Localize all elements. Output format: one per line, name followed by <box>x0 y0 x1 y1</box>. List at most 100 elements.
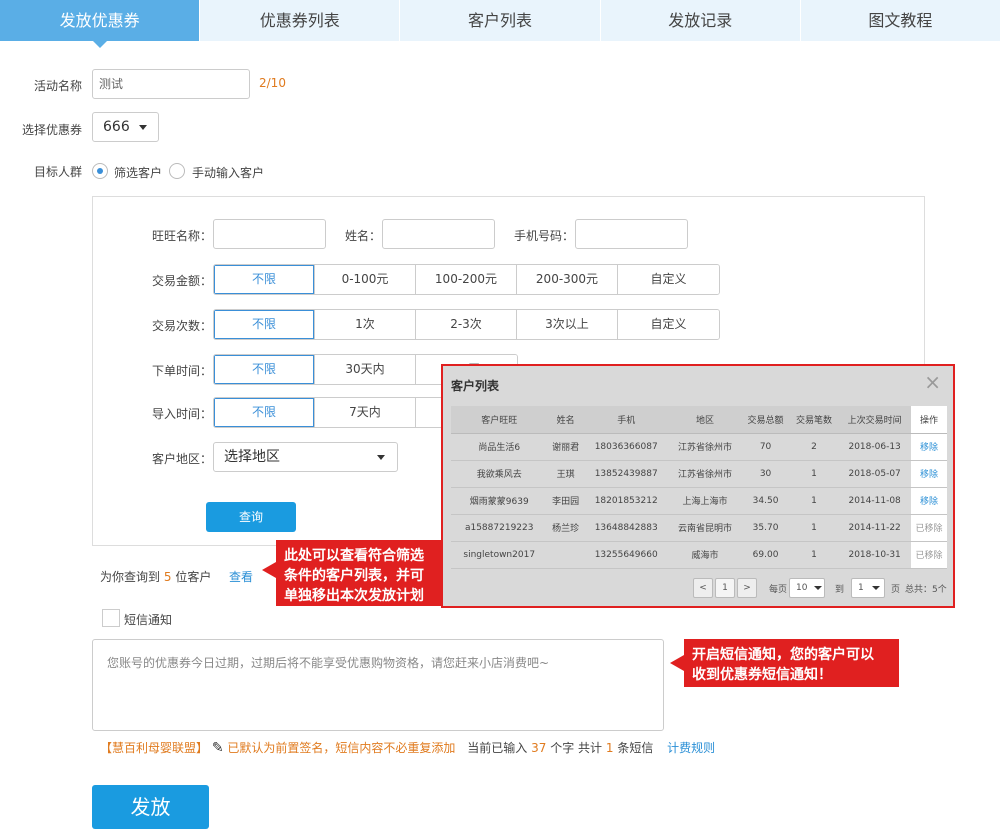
billing-rule-link[interactable]: 计费规则 <box>667 741 715 755</box>
import-option-7d[interactable]: 7天内 <box>315 398 416 427</box>
total-count: 总共：5个 <box>905 585 947 595</box>
cell: 尚品生活6 <box>451 433 548 461</box>
goto-label: 到 <box>835 585 845 595</box>
pager-next[interactable]: > <box>737 578 757 598</box>
cell <box>547 541 584 569</box>
name-input[interactable] <box>382 219 495 249</box>
cell: 王琪 <box>547 460 584 488</box>
cell: a15887219223 <box>451 514 548 542</box>
order-option-30d[interactable]: 30天内 <box>315 355 416 384</box>
chevron-down-icon <box>377 455 385 460</box>
cell: 13648842883 <box>583 514 669 542</box>
table-row: 尚品生活6 谢丽君 18036366087 江苏省徐州市 70 2 2018-0… <box>451 433 947 461</box>
callout-line: 条件的客户列表，并可 <box>284 568 424 584</box>
col-total: 交易总额 <box>741 406 790 434</box>
pencil-icon[interactable]: ✎ <box>212 740 224 756</box>
removed-status: 已移除 <box>911 541 947 569</box>
cell: 2 <box>789 433 839 461</box>
phone-input[interactable] <box>575 219 688 249</box>
count-option-custom[interactable]: 自定义 <box>618 310 719 339</box>
name-label: 姓名： <box>345 229 382 243</box>
per-page-select[interactable]: 10 <box>789 578 825 598</box>
cell: 2018-10-31 <box>838 541 911 569</box>
count-option-1[interactable]: 1次 <box>315 310 416 339</box>
table-row: 烟雨蒙蒙9639 李田园 18201853212 上海上海市 34.50 1 2… <box>451 487 947 515</box>
callout-line: 开启短信通知，您的客户可以 <box>692 647 874 663</box>
tab-issue-records[interactable]: 发放记录 <box>601 0 801 41</box>
cell: 30 <box>741 460 790 488</box>
sms-suffix: 条短信 <box>617 741 654 755</box>
cell: 35.70 <box>741 514 790 542</box>
cell: 上海上海市 <box>668 487 742 515</box>
col-region: 地区 <box>668 406 742 434</box>
radio-filter-customers[interactable] <box>92 163 108 179</box>
activity-name-input[interactable]: 测试 <box>92 69 250 99</box>
amount-option-100-200[interactable]: 100-200元 <box>416 265 517 294</box>
remove-link[interactable]: 移除 <box>911 487 947 515</box>
region-select[interactable]: 选择地区 <box>213 442 398 472</box>
order-time-label: 下单时间： <box>152 364 213 378</box>
coupon-select[interactable]: 666 <box>92 112 159 142</box>
sms-checkbox[interactable] <box>102 609 120 627</box>
pager-current[interactable]: 1 <box>715 578 735 598</box>
query-button[interactable]: 查询 <box>206 502 296 532</box>
pager-prev[interactable]: < <box>693 578 713 598</box>
removed-status: 已移除 <box>911 514 947 542</box>
region-select-value: 选择地区 <box>224 449 280 465</box>
import-option-any[interactable]: 不限 <box>214 398 315 427</box>
cell: 70 <box>741 433 790 461</box>
callout-arrow <box>262 562 276 578</box>
region-label: 客户地区： <box>152 452 213 466</box>
modal-title: 客户列表 <box>451 379 500 393</box>
callout-arrow <box>670 655 684 671</box>
order-option-any[interactable]: 不限 <box>214 355 315 384</box>
table-row: singletown2017 13255649660 威海市 69.00 1 2… <box>451 541 947 569</box>
cell: 2014-11-08 <box>838 487 911 515</box>
cell: 李田园 <box>547 487 584 515</box>
cell: 1 <box>789 541 839 569</box>
tab-customer-list[interactable]: 客户列表 <box>400 0 601 41</box>
wangwang-label: 旺旺名称： <box>152 229 213 243</box>
amount-option-any[interactable]: 不限 <box>214 265 315 294</box>
close-icon[interactable]: × <box>924 370 941 394</box>
cell: 杨兰珍 <box>547 514 584 542</box>
count-option-2-3[interactable]: 2-3次 <box>416 310 517 339</box>
cell: 34.50 <box>741 487 790 515</box>
amount-option-0-100[interactable]: 0-100元 <box>315 265 416 294</box>
count-option-3plus[interactable]: 3次以上 <box>517 310 618 339</box>
amount-option-custom[interactable]: 自定义 <box>618 265 719 294</box>
goto-page-select[interactable]: 1 <box>851 578 885 598</box>
amount-option-200-300[interactable]: 200-300元 <box>517 265 618 294</box>
view-customers-link[interactable]: 查看 <box>229 568 253 585</box>
wangwang-input[interactable] <box>213 219 326 249</box>
col-wangwang: 客户旺旺 <box>451 406 548 434</box>
sms-count: 1 <box>605 741 614 755</box>
chevron-down-icon <box>139 125 147 130</box>
cell: 江苏省徐州市 <box>668 460 742 488</box>
cell: 威海市 <box>668 541 742 569</box>
issue-button[interactable]: 发放 <box>92 785 209 829</box>
sms-checkbox-label: 短信通知 <box>124 613 173 627</box>
cell: 我欲乘风去 <box>451 460 548 488</box>
remove-link[interactable]: 移除 <box>911 460 947 488</box>
callout-line: 此处可以查看符合筛选 <box>284 548 424 564</box>
cell: 江苏省徐州市 <box>668 433 742 461</box>
sms-message-textarea[interactable]: 您账号的优惠券今日过期，过期后将不能享受优惠购物资格，请您赶来小店消费吧~ <box>92 639 664 731</box>
customer-list-modal: 客户列表 × 客户旺旺 姓名 手机 地区 交易总额 交易笔数 上次交易时间 操作… <box>441 364 955 608</box>
target-group-label: 目标人群 <box>34 165 83 179</box>
tab-coupon-list[interactable]: 优惠券列表 <box>200 0 401 41</box>
remove-link[interactable]: 移除 <box>911 433 947 461</box>
col-name: 姓名 <box>547 406 584 434</box>
count-option-any[interactable]: 不限 <box>214 310 315 339</box>
customer-table: 客户旺旺 姓名 手机 地区 交易总额 交易笔数 上次交易时间 操作 尚品生活6 … <box>451 406 947 569</box>
top-tabs: 发放优惠券 优惠券列表 客户列表 发放记录 图文教程 <box>0 0 1001 48</box>
result-count: 5 <box>163 570 172 584</box>
tab-issue-coupon[interactable]: 发放优惠券 <box>0 0 201 48</box>
callout-sms: 开启短信通知，您的客户可以 收到优惠券短信通知！ <box>684 639 899 687</box>
sms-note: 已默认为前置签名，短信内容不必重复添加 <box>227 741 456 755</box>
radio-manual-customers[interactable] <box>169 163 185 179</box>
callout-line: 单独移出本次发放计划 <box>284 588 424 604</box>
tab-tutorial[interactable]: 图文教程 <box>801 0 1001 41</box>
amount-label: 交易金额： <box>152 274 213 288</box>
cell: 1 <box>789 514 839 542</box>
